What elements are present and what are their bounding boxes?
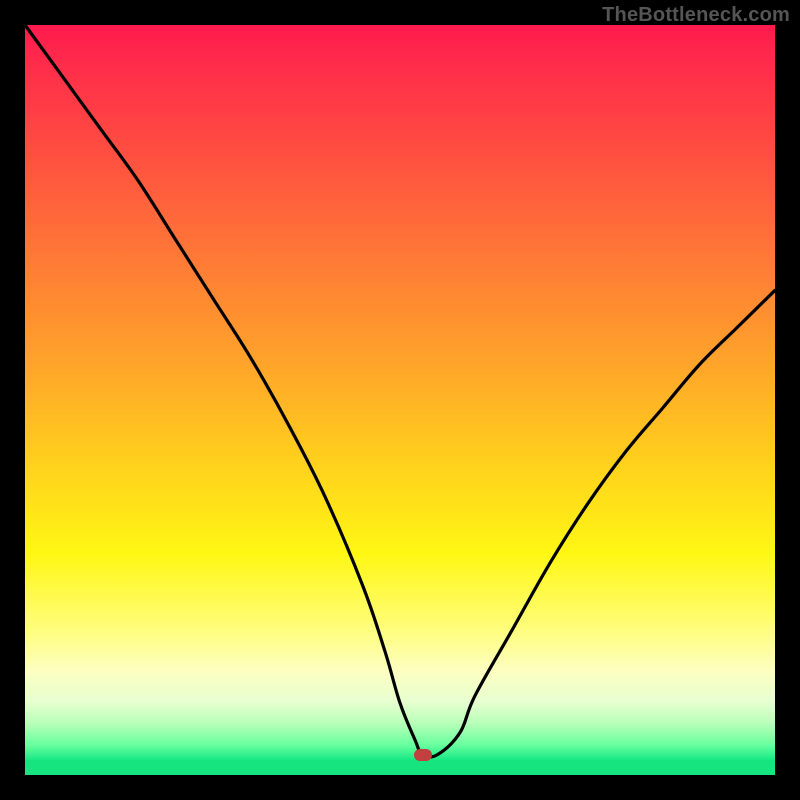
bottleneck-curve (25, 25, 775, 757)
curve-svg (25, 25, 775, 775)
chart-stage: TheBottleneck.com (0, 0, 800, 800)
optimal-point-marker (414, 749, 432, 761)
watermark-text: TheBottleneck.com (602, 4, 790, 27)
plot-area (25, 25, 775, 775)
